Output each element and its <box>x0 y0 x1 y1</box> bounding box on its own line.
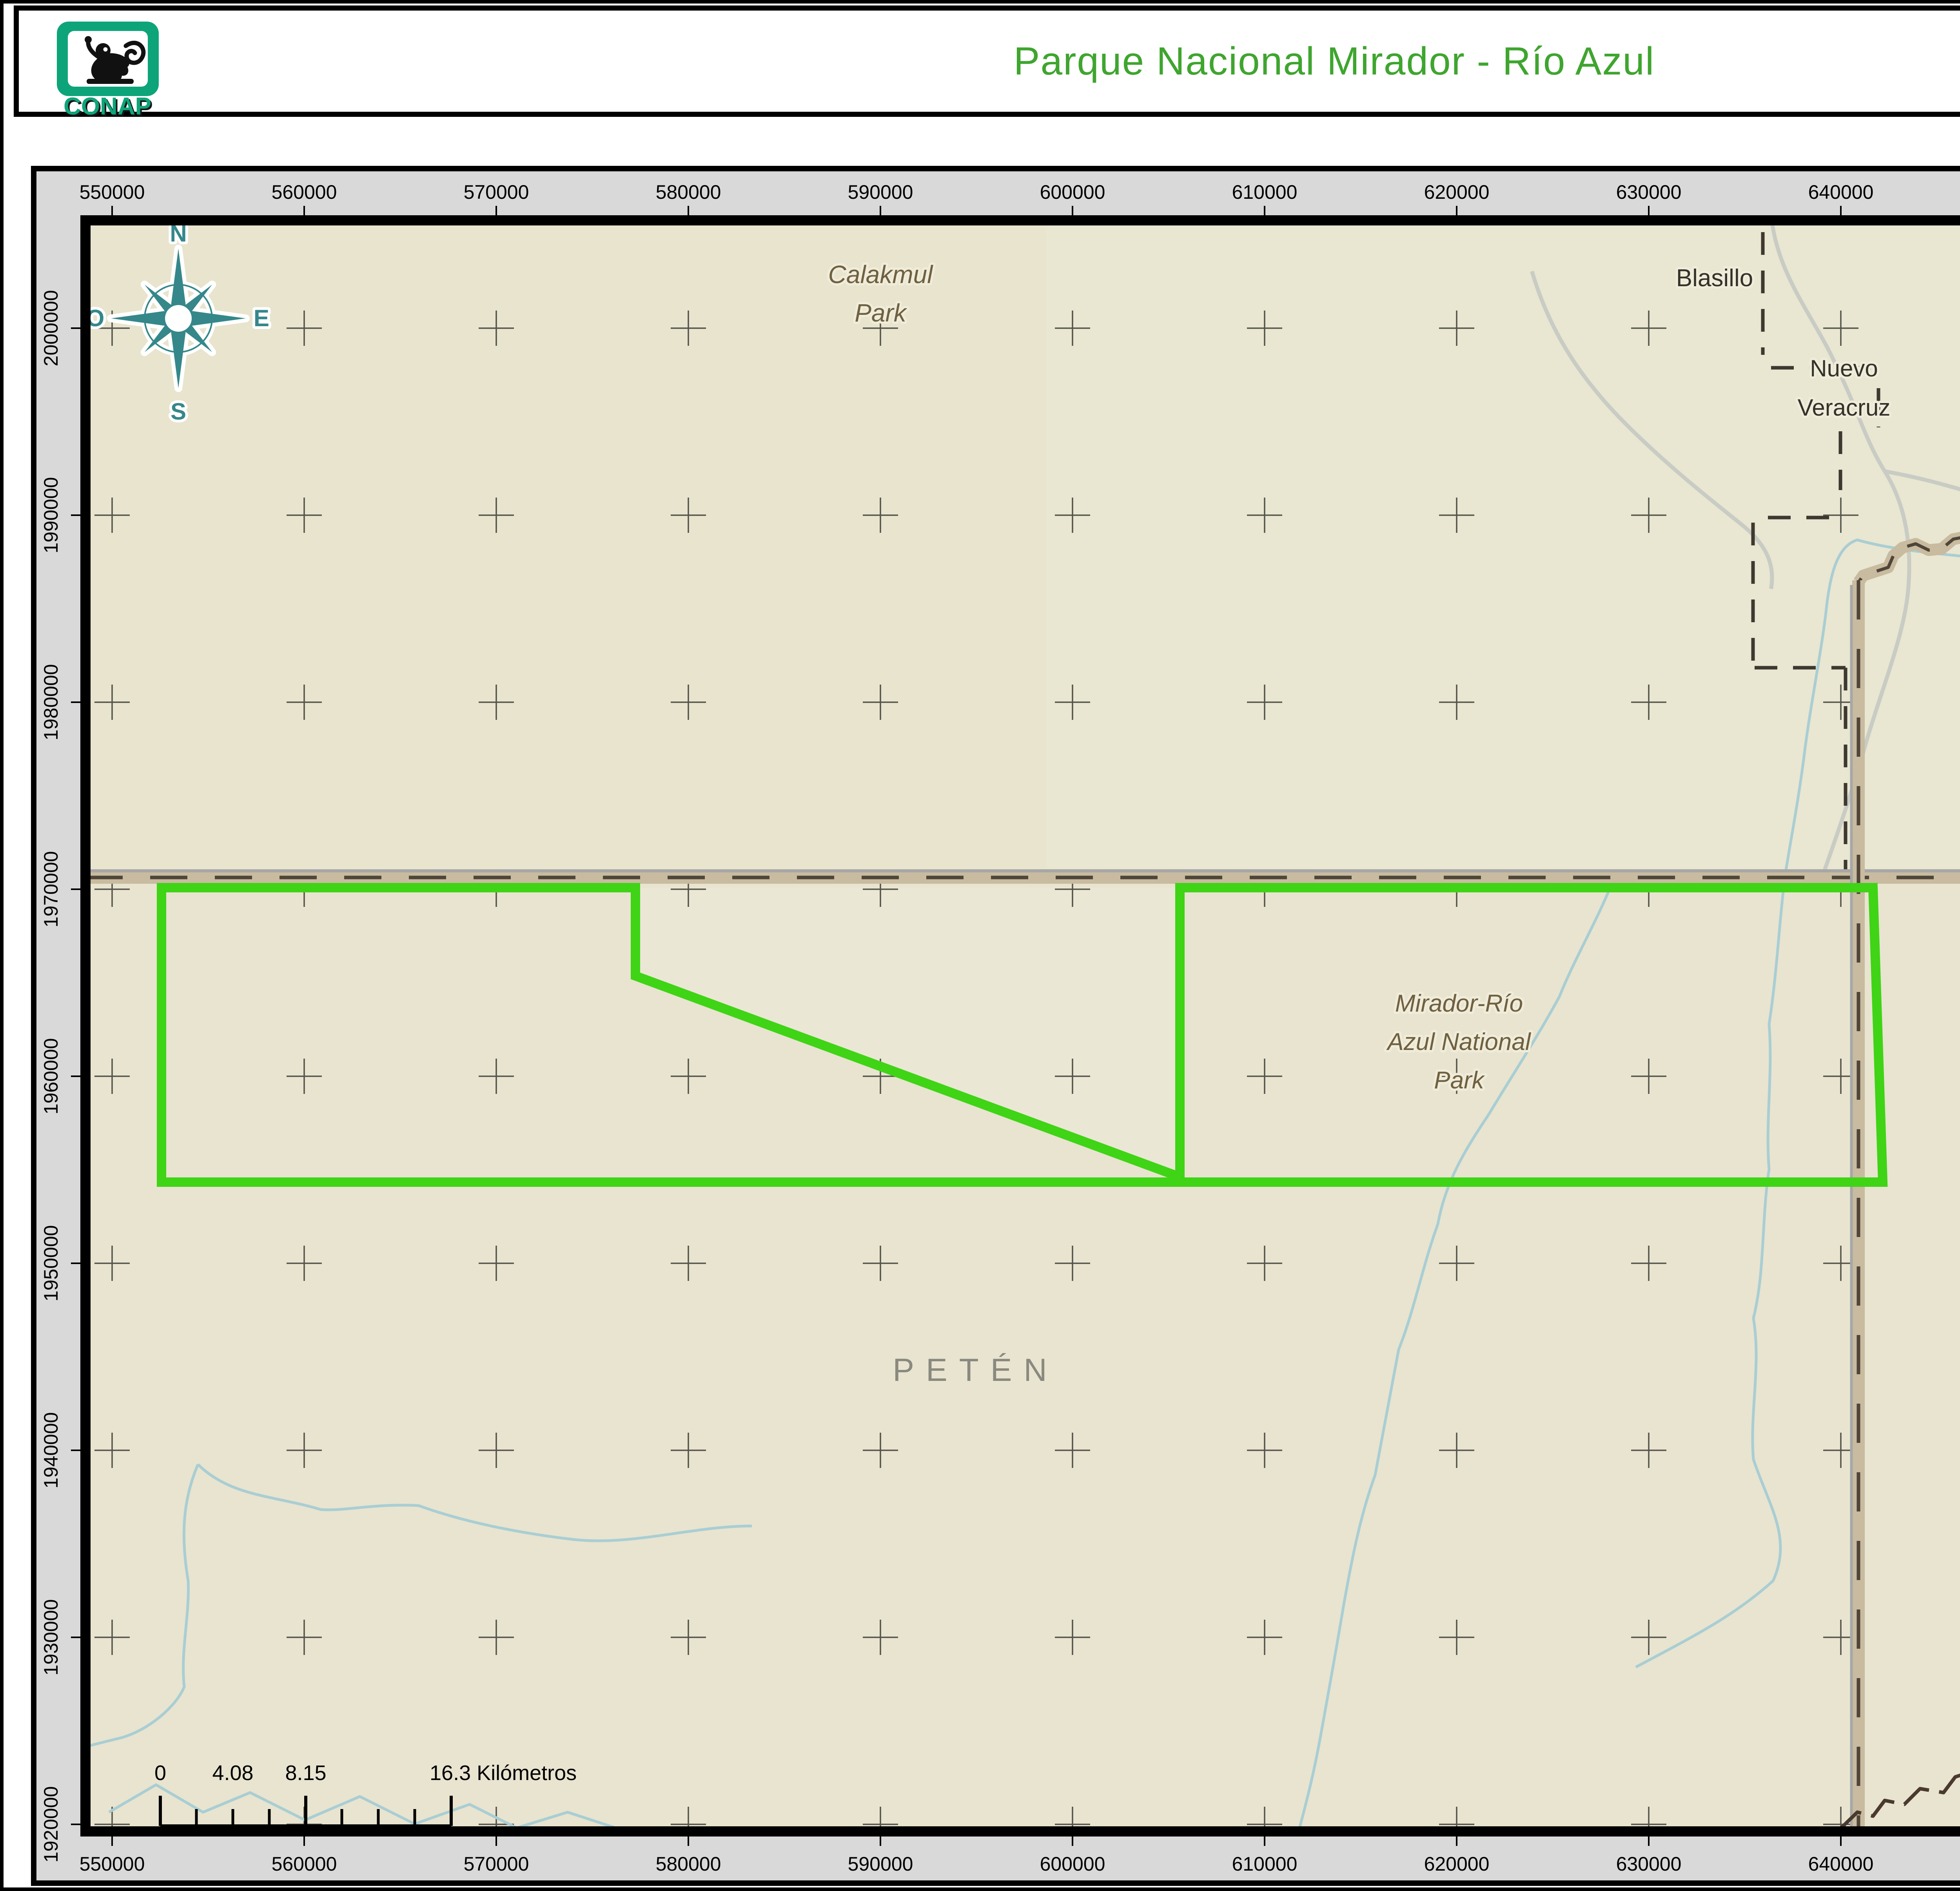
axis-label-x: 640000 <box>1808 181 1874 203</box>
axis-label-x: 580000 <box>656 181 721 203</box>
axis-label-y: 1940000 <box>40 1412 62 1489</box>
scale-quarter: 4.08 <box>212 1761 253 1785</box>
svg-text:Park: Park <box>855 299 907 327</box>
axis-label-x: 570000 <box>464 1853 529 1875</box>
svg-text:Park: Park <box>1434 1067 1485 1094</box>
page-title: Parque Nacional Mirador - Río Azul <box>1013 39 1655 83</box>
axis-label-x: 600000 <box>1040 1853 1105 1875</box>
axis-label-x: 610000 <box>1232 1853 1298 1875</box>
mirador-label: Mirador-Río <box>1395 990 1523 1017</box>
axis-label-x: 570000 <box>464 181 529 203</box>
main-map-frame: Calakmul Park Blasillo Nuevo Veracruz Mi… <box>31 166 1960 1886</box>
axis-label-x: 620000 <box>1424 181 1490 203</box>
axis-label-x: 620000 <box>1424 1853 1490 1875</box>
main-map: Calakmul Park Blasillo Nuevo Veracruz Mi… <box>36 171 1960 1880</box>
axis-label-y: 1960000 <box>40 1038 62 1115</box>
nuevo-veracruz-label: Nuevo <box>1810 355 1878 381</box>
axis-label-x: 560000 <box>272 1853 337 1875</box>
axis-label-x: 560000 <box>272 181 337 203</box>
axis-label-x: 640000 <box>1808 1853 1874 1875</box>
axis-label-x: 630000 <box>1616 181 1682 203</box>
axis-label-y: 1990000 <box>40 477 62 554</box>
axis-label-y: 1980000 <box>40 664 62 741</box>
axis-label-x: 580000 <box>656 1853 721 1875</box>
axis-label-x: 600000 <box>1040 181 1105 203</box>
scale-full: 16.3 Kilómetros <box>430 1761 577 1785</box>
axis-label-x: 590000 <box>848 181 913 203</box>
axis-label-y: 1920000 <box>40 1786 62 1863</box>
scale-half: 8.15 <box>285 1761 326 1785</box>
axis-label-y: 2000000 <box>40 290 62 367</box>
axis-label-x: 590000 <box>848 1853 913 1875</box>
axis-label-x: 610000 <box>1232 181 1298 203</box>
scale-0: 0 <box>154 1761 166 1785</box>
axis-label-x: 630000 <box>1616 1853 1682 1875</box>
axis-label-y: 1930000 <box>40 1599 62 1676</box>
axis-label-y: 1970000 <box>40 851 62 928</box>
blasillo-label: Blasillo <box>1676 265 1753 292</box>
header-bar: CONAP CONAP Parque Nacional Mirador - Rí… <box>14 5 1960 122</box>
calakmul-label: Calakmul <box>828 260 934 289</box>
svg-text:Veracruz: Veracruz <box>1798 394 1891 421</box>
compass-s: S <box>171 398 186 425</box>
svg-text:Azul National: Azul National <box>1386 1028 1532 1055</box>
compass-e: E <box>254 305 269 331</box>
peten-label: PETÉN <box>893 1352 1058 1388</box>
axis-label-x: 550000 <box>80 1853 145 1875</box>
axis-label-x: 550000 <box>80 181 145 203</box>
axis-label-y: 1950000 <box>40 1225 62 1302</box>
